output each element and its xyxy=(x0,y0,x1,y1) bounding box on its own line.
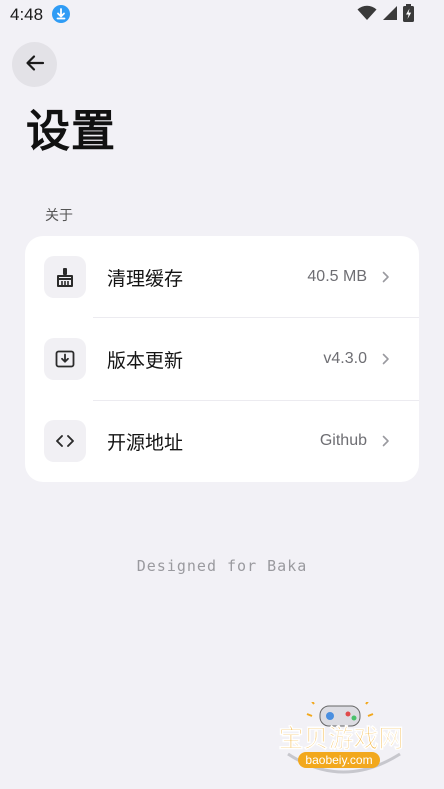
back-button[interactable] xyxy=(12,42,57,87)
settings-item-label: 开源地址 xyxy=(107,431,184,454)
settings-card: 清理缓存 40.5 MB 版本更新 v4.3.0 开源地址 Github xyxy=(25,236,419,482)
gamepad-icon xyxy=(306,699,374,727)
signal-icon xyxy=(382,5,398,25)
settings-item-clear-cache[interactable]: 清理缓存 40.5 MB xyxy=(25,236,419,318)
wifi-icon xyxy=(357,5,377,25)
svg-text:baobeiy.com: baobeiy.com xyxy=(305,753,372,767)
watermark-logo: 宝贝游戏网 baobeiy.com xyxy=(268,699,418,782)
download-icon xyxy=(52,5,70,23)
status-time: 4:48 xyxy=(10,5,44,24)
settings-item-version-update[interactable]: 版本更新 v4.3.0 xyxy=(25,318,419,400)
settings-item-label: 清理缓存 xyxy=(107,267,184,290)
source-link-value: Github xyxy=(319,432,367,449)
version-value: v4.3.0 xyxy=(323,350,367,367)
download-box-icon xyxy=(44,338,86,380)
chevron-right-icon xyxy=(380,435,392,447)
footer-credit: Designed for Baka xyxy=(136,557,308,575)
page-title: 设置 xyxy=(26,106,116,157)
cache-size-value: 40.5 MB xyxy=(307,268,367,285)
chevron-right-icon xyxy=(380,353,392,365)
section-label: 关于 xyxy=(45,208,73,224)
battery-charging-icon xyxy=(403,4,414,26)
status-bar: 4:48 xyxy=(0,0,444,30)
arrow-left-icon xyxy=(24,52,46,78)
status-icons xyxy=(357,4,414,26)
chevron-right-icon xyxy=(380,271,392,283)
svg-text:宝贝游戏网: 宝贝游戏网 xyxy=(278,724,403,753)
settings-item-label: 版本更新 xyxy=(107,349,184,372)
settings-item-source-code[interactable]: 开源地址 Github xyxy=(25,400,419,482)
code-icon xyxy=(44,420,86,462)
broom-icon xyxy=(44,256,86,298)
